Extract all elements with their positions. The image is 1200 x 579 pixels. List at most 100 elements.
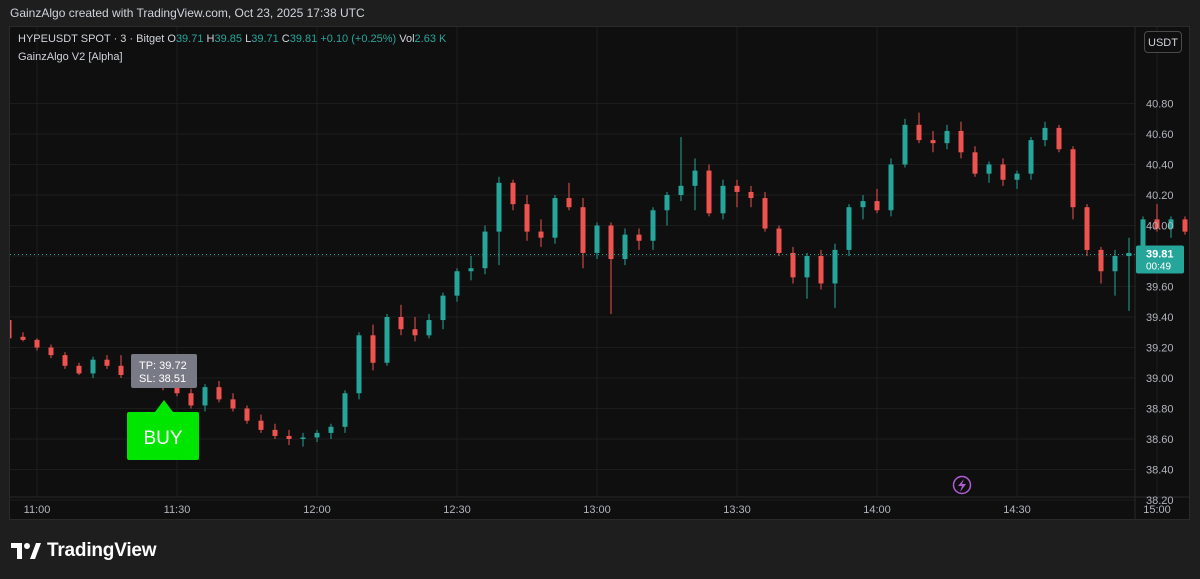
volume-label: Vol xyxy=(399,33,415,45)
candle-up xyxy=(902,124,908,165)
high-value: 39.85 xyxy=(214,33,243,45)
candle-up xyxy=(692,170,698,186)
candle-down xyxy=(48,347,54,356)
time-axis-label: 12:30 xyxy=(443,504,471,516)
price-axis-label: 40.80 xyxy=(1146,99,1174,111)
bar-countdown-label: 00:49 xyxy=(1146,261,1171,272)
candle-up xyxy=(622,234,628,260)
candle-down xyxy=(244,408,250,421)
chart-panel[interactable]: 40.80 40.60 40.40 40.20 40.00 39.60 39.40 39.20… xyxy=(9,26,1190,520)
candle-down xyxy=(776,228,782,253)
candle-up xyxy=(720,185,726,214)
candle-down xyxy=(916,124,922,141)
candle-down xyxy=(706,170,712,214)
candle-down xyxy=(20,336,26,340)
price-axis-label: 38.60 xyxy=(1146,434,1174,446)
chart-caption: GainzAlgo created with TradingView.com, … xyxy=(10,6,365,20)
candle-down xyxy=(1056,127,1062,150)
candle-down xyxy=(230,399,236,409)
candle-up xyxy=(300,437,306,439)
candle-down xyxy=(1070,149,1076,208)
candle-down xyxy=(930,140,936,144)
time-axis-label: 15:00 xyxy=(1143,504,1171,516)
price-axis-label: 38.40 xyxy=(1146,465,1174,477)
price-axis-label: 40.40 xyxy=(1146,160,1174,172)
candle-down xyxy=(1182,219,1188,232)
candle-up xyxy=(468,268,474,272)
time-axis-label: 12:00 xyxy=(303,504,331,516)
low-value: 39.71 xyxy=(251,33,279,45)
candle-down xyxy=(412,329,418,336)
buy-pointer xyxy=(155,400,173,412)
candle-down xyxy=(104,359,110,366)
stop-loss-label: SL: 38.51 xyxy=(139,373,186,385)
candle-up xyxy=(328,426,334,433)
candle-up xyxy=(650,210,656,241)
take-profit-label: TP: 39.72 xyxy=(139,360,187,372)
price-axis-label: 38.80 xyxy=(1146,404,1174,416)
candle-down xyxy=(76,365,82,374)
indicator-legend[interactable]: GainzAlgo V2 [Alpha] xyxy=(18,51,123,63)
time-axis-label: 11:00 xyxy=(24,504,51,516)
candle-down xyxy=(174,387,180,394)
candle-down xyxy=(286,435,292,439)
candle-up xyxy=(440,295,446,321)
candle-down xyxy=(748,191,754,199)
candle-down xyxy=(972,152,978,174)
currency-button[interactable]: USDT xyxy=(1144,31,1182,53)
candle-down xyxy=(958,130,964,153)
candle-up xyxy=(804,256,810,278)
candle-down xyxy=(62,355,68,366)
tradingview-logo[interactable]: TradingView xyxy=(11,540,157,562)
time-axis-label: 11:30 xyxy=(164,504,191,516)
time-axis-label: 14:00 xyxy=(863,504,891,516)
price-axis-label: 39.00 xyxy=(1146,373,1174,385)
time-axis-label: 13:00 xyxy=(583,504,611,516)
candle-down xyxy=(580,207,586,253)
lightning-bolt-glyph xyxy=(958,479,966,492)
candle-down xyxy=(1098,249,1104,272)
candle-up xyxy=(90,359,96,374)
candle-down xyxy=(636,234,642,241)
candlestick-chart[interactable]: 40.80 40.60 40.40 40.20 40.00 39.60 39.40 39.20… xyxy=(10,27,1189,519)
candle-up xyxy=(342,393,348,427)
candle-up xyxy=(888,164,894,211)
candle-up xyxy=(1028,140,1034,174)
current-price-label: 39.81 xyxy=(1146,248,1174,260)
candle-down xyxy=(1000,164,1006,180)
candle-down xyxy=(216,387,222,400)
close-label: C xyxy=(281,33,290,45)
price-axis-label: 40.20 xyxy=(1146,190,1174,202)
price-axis-label: 40.60 xyxy=(1146,129,1174,141)
candle-down xyxy=(566,198,572,208)
candle-down xyxy=(34,339,40,348)
candle-up xyxy=(552,198,558,238)
candle-down xyxy=(10,320,12,339)
price-axis-label: 39.40 xyxy=(1146,312,1174,324)
time-axis-label: 14:30 xyxy=(1003,504,1031,516)
candle-up xyxy=(482,231,488,269)
buy-signal-label: BUY xyxy=(143,428,182,449)
candle-down xyxy=(734,185,740,192)
symbol-name[interactable]: HYPEUSDT SPOT · 3 · Bitget xyxy=(18,33,164,45)
price-axis-label: 39.60 xyxy=(1146,282,1174,294)
candle-up xyxy=(944,130,950,144)
price-axis-label: 39.20 xyxy=(1146,343,1174,355)
candle-up xyxy=(384,317,390,363)
candle-down xyxy=(258,420,264,430)
candle-up xyxy=(1112,256,1118,272)
candle-down xyxy=(510,182,516,205)
candle-up xyxy=(314,432,320,438)
candle-up xyxy=(1014,173,1020,180)
open-label: O xyxy=(167,33,176,45)
candle-down xyxy=(272,429,278,436)
open-value: 39.71 xyxy=(175,33,204,45)
candle-down xyxy=(188,393,194,406)
candle-down xyxy=(790,252,796,278)
time-axis-label: 13:30 xyxy=(723,504,751,516)
top-caption-bar: GainzAlgo created with TradingView.com, … xyxy=(0,0,1200,27)
candle-up xyxy=(986,164,992,174)
candle-down xyxy=(524,204,530,232)
candle-up xyxy=(1042,127,1048,141)
candle-up xyxy=(454,271,460,296)
